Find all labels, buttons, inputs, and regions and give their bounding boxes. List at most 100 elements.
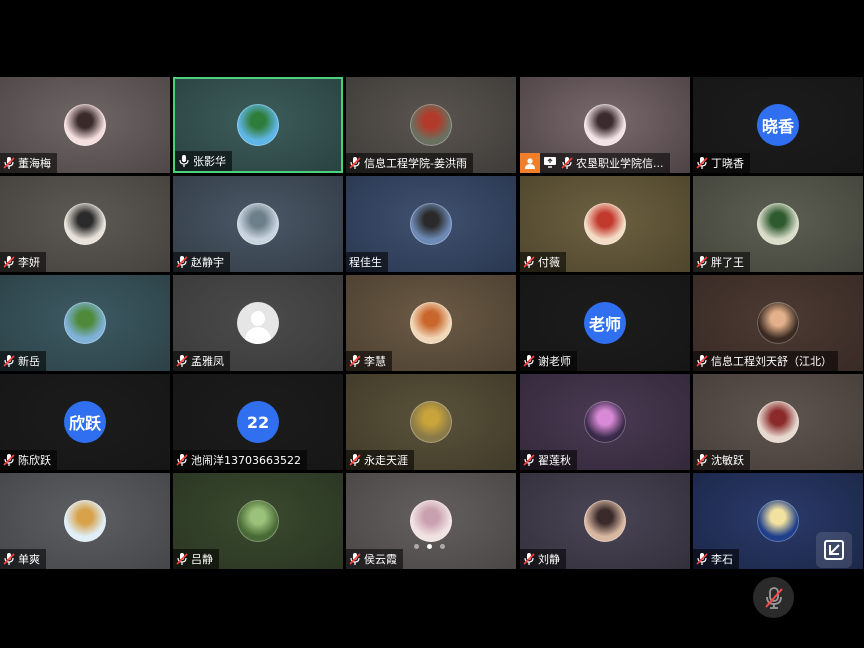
participant-name-bar: 丁晓香 <box>693 153 750 173</box>
participant-name: 李慧 <box>364 355 386 368</box>
participant-tile[interactable]: 新岳 <box>0 275 170 371</box>
participant-name: 永走天涯 <box>364 454 408 467</box>
mic-muted-icon <box>523 255 538 269</box>
participant-name: 池闹洋13703663522 <box>191 454 301 467</box>
participant-tile[interactable]: 农垦职业学院信... <box>520 77 690 173</box>
participant-name-bar: 董海梅 <box>0 153 57 173</box>
mic-muted-icon <box>176 255 191 269</box>
participant-avatar <box>64 104 106 146</box>
participant-name: 新岳 <box>18 355 40 368</box>
participant-name: 付薇 <box>538 256 560 269</box>
participant-avatar <box>584 500 626 542</box>
mic-muted-icon <box>349 552 364 566</box>
mic-muted-icon <box>349 453 364 467</box>
participant-tile[interactable]: 李妍 <box>0 176 170 272</box>
participant-tile[interactable]: 李慧 <box>346 275 516 371</box>
participant-tile[interactable]: 沈敏跃 <box>693 374 863 470</box>
participant-name-bar: 程佳生 <box>346 252 388 272</box>
mic-muted-icon <box>561 156 576 170</box>
mic-muted-icon <box>696 156 711 170</box>
participant-name: 李妍 <box>18 256 40 269</box>
participant-tile[interactable]: 张影华 <box>173 77 343 173</box>
participant-tile[interactable]: 单爽 <box>0 473 170 569</box>
participant-name: 侯云霞 <box>364 553 397 566</box>
participant-avatar: 欣跃 <box>64 401 106 443</box>
page-dot[interactable] <box>440 544 445 549</box>
mic-muted-icon <box>696 453 711 467</box>
participant-name: 董海梅 <box>18 157 51 170</box>
participant-avatar: 22 <box>237 401 279 443</box>
participant-tile[interactable]: 翟莲秋 <box>520 374 690 470</box>
avatar-initials: 22 <box>246 412 270 432</box>
participant-name: 程佳生 <box>349 256 382 269</box>
participant-name: 单爽 <box>18 553 40 566</box>
mic-muted-icon <box>523 354 538 368</box>
participant-tile[interactable]: 欣跃 陈欣跃 <box>0 374 170 470</box>
participant-name-bar: 赵静宇 <box>173 252 230 272</box>
participant-avatar <box>237 500 279 542</box>
mic-muted-icon <box>3 552 18 566</box>
participant-avatar <box>237 203 279 245</box>
participant-tile[interactable]: 胖了王 <box>693 176 863 272</box>
participant-tile[interactable]: 信息工程刘天舒（江北） <box>693 275 863 371</box>
page-dot[interactable] <box>414 544 419 549</box>
participant-avatar <box>237 104 279 146</box>
participant-tile[interactable]: 永走天涯 <box>346 374 516 470</box>
participant-tile[interactable]: 刘静 <box>520 473 690 569</box>
participant-name: 李石 <box>711 553 733 566</box>
video-grid: 董海梅 张影华 信息工程学院-姜洪雨 农垦职业学院信... 晓香 丁晓香李妍 赵静宇 程佳生 付… <box>0 77 864 570</box>
participant-name: 信息工程刘天舒（江北） <box>711 355 832 368</box>
participant-tile[interactable]: 吕静 <box>173 473 343 569</box>
participant-name-bar: 张影华 <box>175 151 232 171</box>
participant-avatar <box>584 401 626 443</box>
participant-name: 孟雅凤 <box>191 355 224 368</box>
mic-muted-icon <box>3 156 18 170</box>
participant-name-bar: 孟雅凤 <box>173 351 230 371</box>
mic-muted-icon <box>764 586 783 609</box>
participant-tile[interactable]: 程佳生 <box>346 176 516 272</box>
participant-name: 农垦职业学院信... <box>576 157 664 170</box>
page-indicator[interactable] <box>414 544 445 552</box>
screen-share-icon <box>543 156 561 171</box>
participant-tile[interactable]: 信息工程学院-姜洪雨 <box>346 77 516 173</box>
participant-name: 赵静宇 <box>191 256 224 269</box>
participant-avatar <box>584 104 626 146</box>
participant-avatar <box>757 302 799 344</box>
participant-name: 沈敏跃 <box>711 454 744 467</box>
participant-tile[interactable]: 赵静宇 <box>173 176 343 272</box>
participant-name-bar: 胖了王 <box>693 252 750 272</box>
participant-avatar <box>410 203 452 245</box>
participant-tile[interactable]: 老师 谢老师 <box>520 275 690 371</box>
participant-avatar <box>757 203 799 245</box>
participant-avatar <box>757 401 799 443</box>
participant-avatar <box>64 203 106 245</box>
participant-tile[interactable]: 侯云霞 <box>346 473 516 569</box>
participant-avatar <box>237 302 279 344</box>
avatar-initials: 老师 <box>588 315 621 334</box>
mic-muted-icon <box>696 552 711 566</box>
participant-tile[interactable]: 孟雅凤 <box>173 275 343 371</box>
participant-name: 信息工程学院-姜洪雨 <box>364 157 467 170</box>
avatar-initials: 晓香 <box>761 117 794 136</box>
mic-muted-icon <box>3 354 18 368</box>
participant-avatar <box>410 302 452 344</box>
exit-fullscreen-button[interactable] <box>816 532 852 568</box>
participant-tile[interactable]: 付薇 <box>520 176 690 272</box>
participant-name-bar: 永走天涯 <box>346 450 414 470</box>
participant-avatar <box>584 203 626 245</box>
participant-name-bar: 李慧 <box>346 351 392 371</box>
mic-muted-icon <box>523 453 538 467</box>
participant-tile[interactable]: 22 池闹洋13703663522 <box>173 374 343 470</box>
participant-name-bar: 单爽 <box>0 549 46 569</box>
participant-avatar: 老师 <box>584 302 626 344</box>
participant-name-bar: 刘静 <box>520 549 566 569</box>
participant-tile[interactable]: 董海梅 <box>0 77 170 173</box>
participant-name-bar: 谢老师 <box>520 351 577 371</box>
participant-avatar <box>64 302 106 344</box>
host-icon <box>520 153 540 173</box>
participant-avatar <box>410 500 452 542</box>
participant-tile[interactable]: 晓香 丁晓香 <box>693 77 863 173</box>
page-dot[interactable] <box>427 544 432 549</box>
mute-toggle-button[interactable] <box>753 577 794 618</box>
participant-name-bar: 翟莲秋 <box>520 450 577 470</box>
